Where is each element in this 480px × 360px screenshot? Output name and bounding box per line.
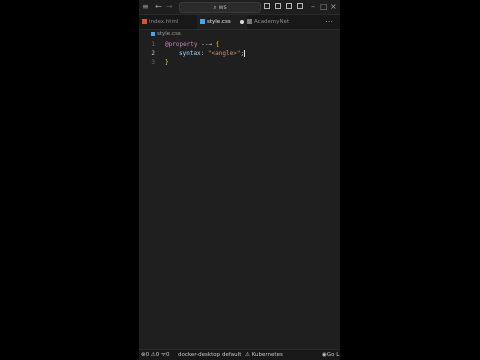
minimize-icon[interactable]: – (311, 3, 315, 11)
preview-icon (247, 19, 252, 24)
go-live-status[interactable]: ◉Go L (322, 350, 339, 360)
docker-context-status[interactable]: docker-desktop (178, 350, 220, 360)
code-line-1[interactable]: @property --→ { (165, 41, 219, 48)
code-line-2[interactable]: syntax: "<angle>"; (179, 50, 246, 57)
tab-bar: index.html style.css AcademyNet ⋯ (139, 15, 340, 30)
toggle-panel-icon[interactable] (275, 3, 281, 9)
kubernetes-status[interactable]: ⚠ Kubernetes (245, 350, 283, 360)
status-bar: ⊗0 ⚠0 ᯤ0 docker-desktop default ⚠ Kubern… (139, 349, 340, 360)
problems-status[interactable]: ⊗0 ⚠0 (141, 350, 159, 360)
ports-status[interactable]: ᯤ0 (161, 350, 170, 360)
line-number: 3 (151, 59, 155, 66)
html-file-icon (142, 19, 147, 24)
namespace-status[interactable]: default (222, 350, 241, 360)
line-number: 1 (151, 41, 155, 48)
toggle-secondary-sidebar-icon[interactable] (286, 3, 292, 9)
breadcrumb[interactable]: style.css (151, 31, 181, 37)
code-editor[interactable]: 1 @property --→ { 2 syntax: "<angle>"; 3… (139, 40, 340, 340)
line-number: 2 (151, 50, 155, 57)
arrow-right-icon[interactable]: → (166, 3, 173, 11)
text-cursor (244, 50, 246, 57)
arrow-left-icon[interactable]: ← (155, 3, 162, 11)
css-file-icon (200, 19, 205, 24)
customize-layout-icon[interactable] (297, 3, 303, 9)
menu-icon[interactable]: ≡ (142, 3, 149, 11)
title-bar: ≡ ← → ⌕ ws – □ × (139, 0, 340, 15)
editor-window: ≡ ← → ⌕ ws – □ × index.html style.css Ac… (139, 0, 340, 360)
search-icon: ⌕ (213, 4, 217, 11)
tab-index-html[interactable]: index.html (139, 15, 197, 29)
css-file-icon (151, 31, 155, 36)
warning-icon: ⚠ (245, 352, 250, 358)
tab-style-css[interactable]: style.css (197, 15, 247, 29)
tab-academynet[interactable]: AcademyNet (244, 15, 312, 29)
search-text: ws (218, 4, 227, 11)
command-center-search[interactable]: ⌕ ws (179, 2, 261, 13)
more-actions-icon[interactable]: ⋯ (325, 18, 333, 26)
toggle-sidebar-icon[interactable] (264, 3, 270, 9)
close-icon[interactable]: × (330, 3, 337, 11)
maximize-icon[interactable]: □ (320, 3, 328, 11)
code-line-3[interactable]: } (165, 59, 169, 66)
